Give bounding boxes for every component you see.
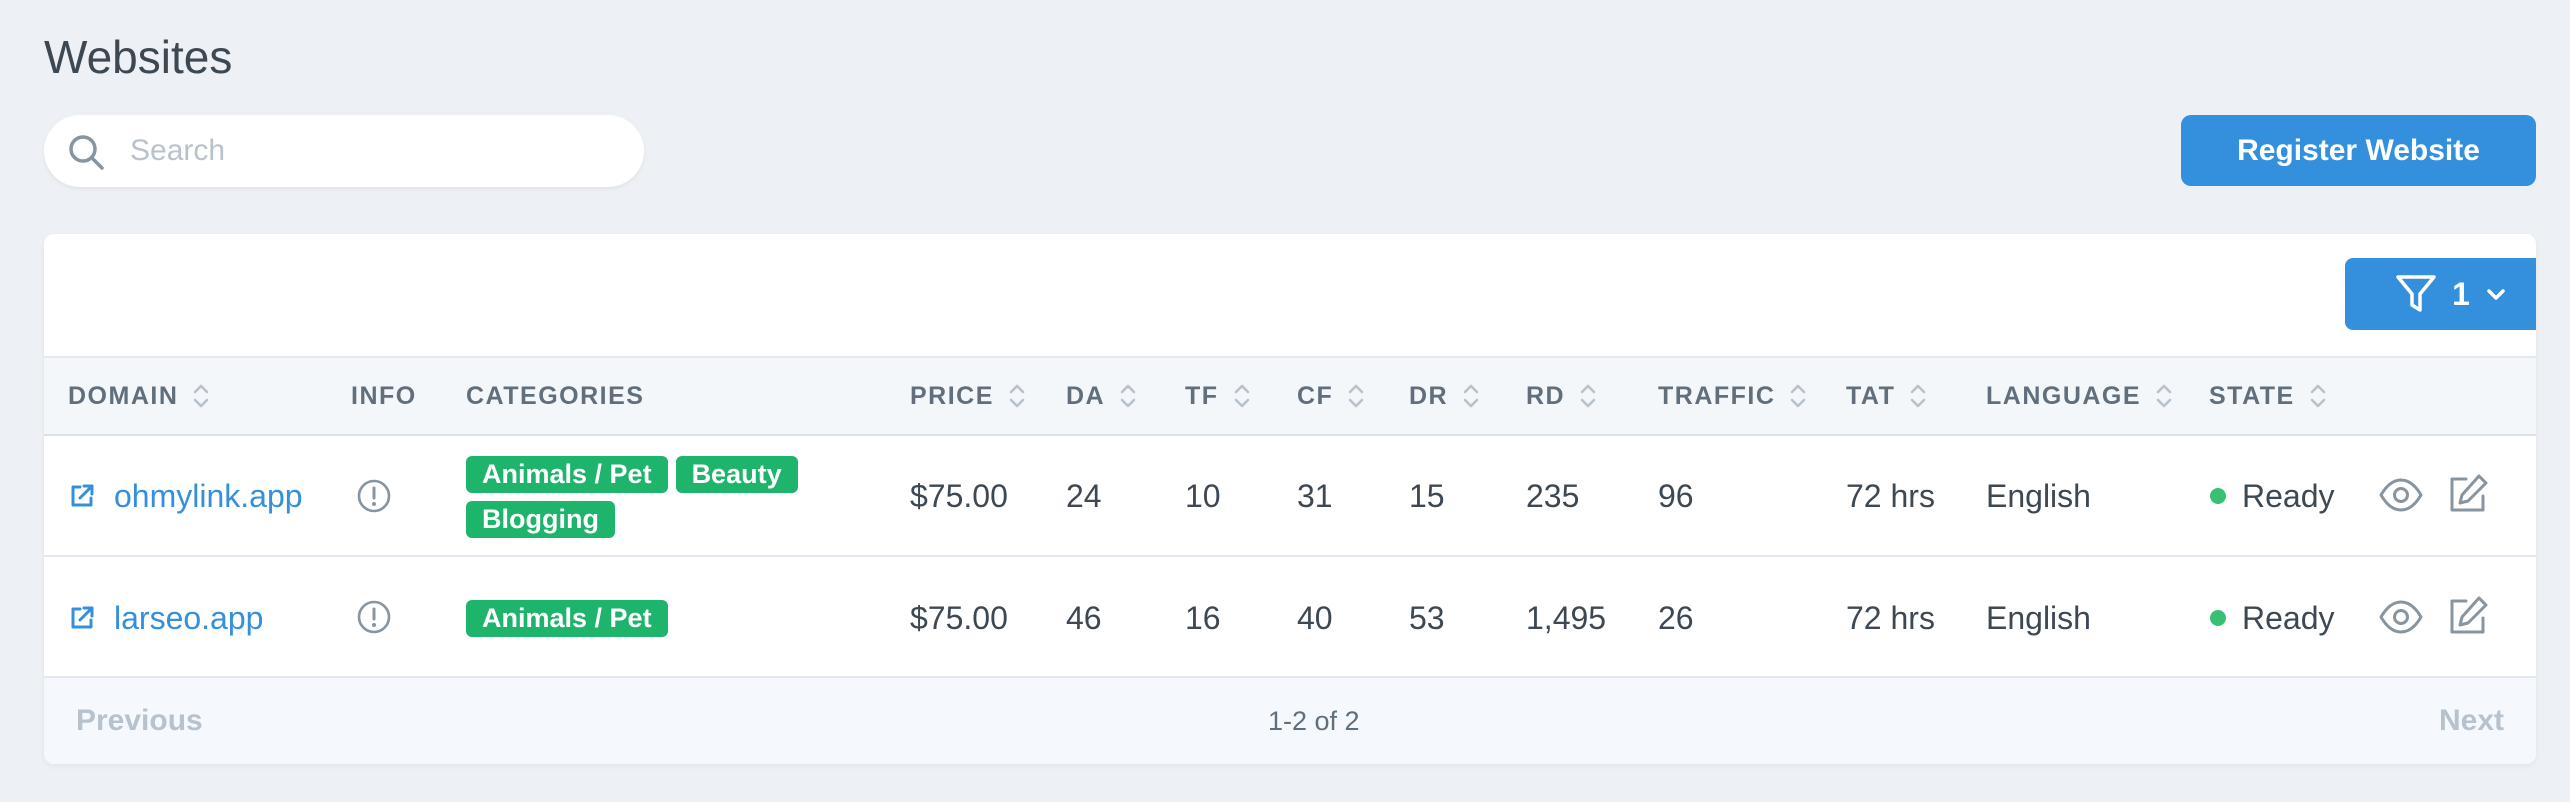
price-cell: $75.00 <box>910 477 1008 514</box>
da-cell: 46 <box>1066 599 1102 636</box>
edit-icon[interactable] <box>2445 593 2491 639</box>
info-icon[interactable] <box>356 599 392 635</box>
sort-icon <box>1349 384 1364 408</box>
da-cell: 24 <box>1066 477 1102 514</box>
sort-icon <box>2310 384 2326 408</box>
state-cell: Ready <box>2210 598 2335 638</box>
domain-link[interactable]: larseo.app <box>68 598 263 638</box>
table-row: larseo.app Animals / Pet $75.00 46 16 40… <box>44 557 2536 678</box>
sort-icon <box>1234 384 1249 408</box>
column-header-traffic[interactable]: TRAFFIC <box>1658 358 1807 434</box>
tf-cell: 10 <box>1185 477 1221 514</box>
websites-table-card: 1 DOMAIN INFO CATEGORIES PRICE DA TF CF <box>44 234 2536 764</box>
language-cell: English <box>1986 477 2091 514</box>
dr-cell: 53 <box>1409 599 1445 636</box>
category-badge: Animals / Pet <box>466 456 668 493</box>
filter-icon <box>2396 275 2436 312</box>
column-header-price[interactable]: PRICE <box>910 358 1026 434</box>
column-header-categories: CATEGORIES <box>466 381 645 410</box>
category-badge: Blogging <box>466 501 615 538</box>
traffic-cell: 26 <box>1658 599 1694 636</box>
search-input[interactable] <box>130 115 620 187</box>
rd-cell: 235 <box>1526 477 1580 514</box>
column-header-language[interactable]: LANGUAGE <box>1986 358 2173 434</box>
table-header: DOMAIN INFO CATEGORIES PRICE DA TF CF DR <box>44 356 2536 436</box>
column-header-tf[interactable]: TF <box>1185 358 1251 434</box>
table-row: ohmylink.app Animals / Pet Beauty Bloggi… <box>44 436 2536 557</box>
tat-cell: 72 hrs <box>1846 599 1935 636</box>
status-dot <box>2210 488 2226 504</box>
pagination-info: 1-2 of 2 <box>1268 705 1360 736</box>
column-header-da[interactable]: DA <box>1066 358 1137 434</box>
sort-icon <box>1463 384 1479 408</box>
tat-cell: 72 hrs <box>1846 477 1935 514</box>
filter-button[interactable]: 1 <box>2345 258 2536 330</box>
traffic-cell: 96 <box>1658 477 1694 514</box>
column-header-dr[interactable]: DR <box>1409 358 1480 434</box>
cf-cell: 40 <box>1297 599 1333 636</box>
search-box[interactable] <box>44 115 644 187</box>
categories-list: Animals / Pet <box>466 600 846 637</box>
eye-icon[interactable] <box>2378 472 2424 518</box>
column-header-state[interactable]: STATE <box>2209 358 2327 434</box>
info-icon[interactable] <box>356 478 392 514</box>
sort-icon <box>2156 384 2172 408</box>
chevron-down-icon <box>2487 289 2505 300</box>
previous-button[interactable]: Previous <box>76 678 203 764</box>
column-header-rd[interactable]: RD <box>1526 358 1597 434</box>
column-header-cf[interactable]: CF <box>1297 358 1365 434</box>
pagination: Previous 1-2 of 2 Next <box>44 678 2536 764</box>
tf-cell: 16 <box>1185 599 1221 636</box>
sort-icon <box>1580 384 1596 408</box>
sort-icon <box>1009 384 1025 408</box>
sort-icon <box>194 384 209 408</box>
filter-count: 1 <box>2452 275 2470 312</box>
dr-cell: 15 <box>1409 477 1445 514</box>
register-website-button[interactable]: Register Website <box>2181 115 2536 186</box>
status-text: Ready <box>2242 599 2335 636</box>
eye-icon[interactable] <box>2378 594 2424 640</box>
sort-icon <box>1120 384 1136 408</box>
categories-list: Animals / Pet Beauty Blogging <box>466 456 846 538</box>
external-link-icon <box>71 484 94 507</box>
category-badge: Animals / Pet <box>466 600 668 637</box>
status-dot <box>2210 610 2226 626</box>
status-text: Ready <box>2242 477 2335 514</box>
page-title: Websites <box>44 31 233 83</box>
column-header-domain[interactable]: DOMAIN <box>68 358 210 434</box>
external-link-icon <box>71 606 94 629</box>
domain-link[interactable]: ohmylink.app <box>68 476 303 516</box>
cf-cell: 31 <box>1297 477 1333 514</box>
column-header-tat[interactable]: TAT <box>1846 358 1927 434</box>
state-cell: Ready <box>2210 476 2335 516</box>
next-button[interactable]: Next <box>2439 678 2504 764</box>
category-badge: Beauty <box>675 456 798 493</box>
search-icon <box>69 135 104 170</box>
column-header-info: INFO <box>351 381 417 410</box>
sort-icon <box>1791 384 1806 408</box>
price-cell: $75.00 <box>910 599 1008 636</box>
sort-icon <box>1911 384 1926 408</box>
language-cell: English <box>1986 599 2091 636</box>
rd-cell: 1,495 <box>1526 599 1607 636</box>
edit-icon[interactable] <box>2445 471 2491 517</box>
